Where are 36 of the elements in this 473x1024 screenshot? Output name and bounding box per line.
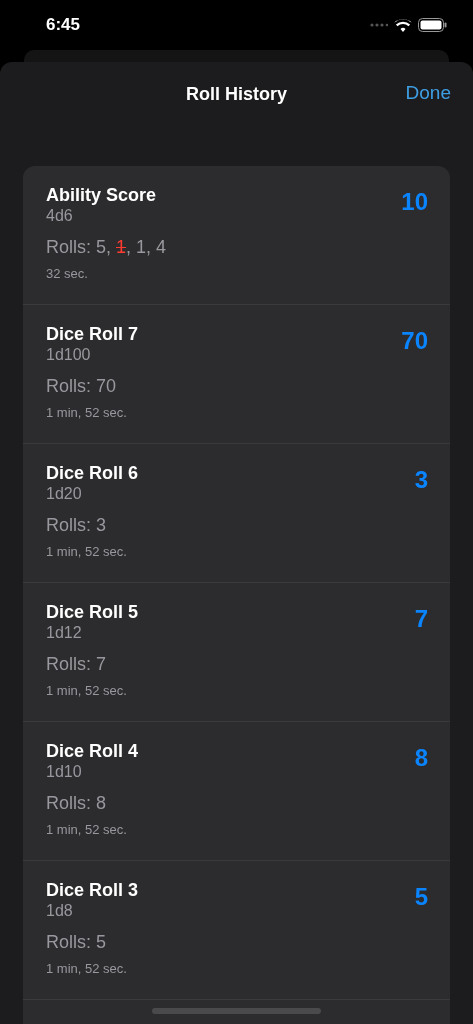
dice-notation: 1d10 [46,762,83,782]
roll-name: Dice Roll 6 [46,462,139,484]
rolls-text: Rolls: 5 [46,931,108,953]
roll-total: 5 [414,883,428,912]
roll-time: 1 min, 52 sec. [46,405,128,420]
roll-time: 32 sec. [46,266,89,281]
roll-time: 1 min, 52 sec. [46,961,128,976]
wifi-icon [394,18,412,32]
roll-total: 7 [414,605,428,634]
roll-name: Dice Roll 7 [46,323,139,345]
roll-name: Dice Roll 4 [46,740,139,762]
roll-name: Ability Score [46,184,158,206]
roll-time: 1 min, 52 sec. [46,683,128,698]
rolls-text: Rolls: 3 [46,514,108,536]
roll-total: 8 [414,744,428,773]
rolls-text: Rolls: 8 [46,792,108,814]
rolls-text: Rolls: 7 [46,653,108,675]
dice-notation: 1d20 [46,484,83,504]
roll-name: Dice Roll 3 [46,879,139,901]
signal-icon [370,23,388,27]
roll-time: 1 min, 52 sec. [46,822,128,837]
status-time: 6:45 [46,15,81,35]
roll-name: Dice Roll 5 [46,601,139,623]
dice-notation: 4d6 [46,206,74,226]
dice-notation: 1d100 [46,345,92,365]
rolls-text: Rolls: 5, 1, 1, 4 [46,236,167,258]
roll-time: 1 min, 52 sec. [46,544,128,559]
battery-icon [418,18,447,32]
roll-total: 10 [401,188,428,217]
dice-notation: 1d8 [46,901,74,921]
roll-total: 70 [401,327,428,356]
roll-total: 3 [414,466,428,495]
dice-notation: 1d12 [46,623,83,643]
rolls-text: Rolls: 70 [46,375,118,397]
done-button[interactable]: Done [405,82,451,104]
sheet-title: Roll History [186,83,287,105]
